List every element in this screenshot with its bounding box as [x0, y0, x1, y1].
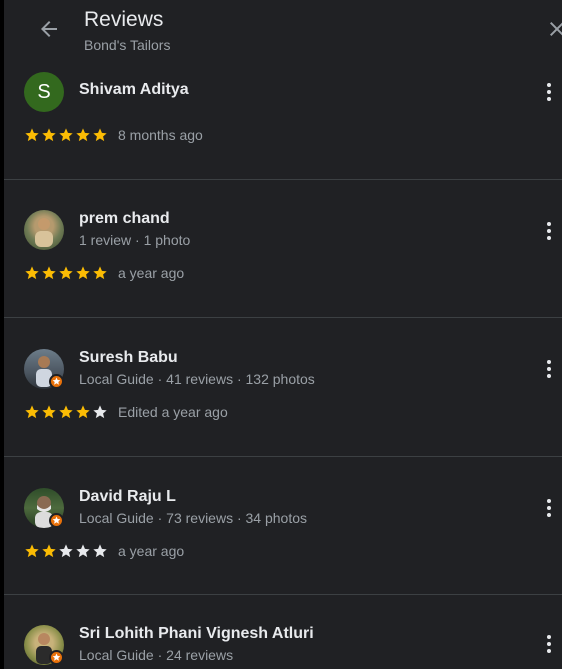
star-filled-icon	[42, 266, 56, 280]
star-empty-icon	[93, 544, 107, 558]
reviewer-meta[interactable]: 1 review · 1 photo	[79, 232, 190, 248]
more-options-button[interactable]	[539, 630, 559, 658]
close-button[interactable]	[542, 14, 562, 44]
more-vert-icon	[547, 635, 551, 639]
avatar-letter: S	[24, 72, 64, 112]
star-filled-icon	[59, 128, 73, 142]
review-item: Sri Lohith Phani Vignesh Atluri Local Gu…	[4, 595, 562, 669]
star-empty-icon	[59, 544, 73, 558]
reviews-panel: Reviews Bond's Tailors S Shivam Aditya 8…	[4, 0, 562, 669]
avatar[interactable]	[24, 625, 64, 665]
reviewer-meta[interactable]: Local Guide · 24 reviews	[79, 647, 233, 663]
reviewer-name[interactable]: Shivam Aditya	[79, 81, 189, 99]
more-vert-icon	[547, 83, 551, 87]
more-options-button[interactable]	[539, 355, 559, 383]
arrow-back-icon	[41, 21, 57, 37]
star-filled-icon	[25, 544, 39, 558]
star-rating	[24, 543, 108, 559]
back-button[interactable]	[34, 14, 64, 44]
star-filled-icon	[76, 266, 90, 280]
reviewer-name[interactable]: Suresh Babu	[79, 349, 178, 367]
reviewer-name[interactable]: prem chand	[79, 210, 170, 228]
more-options-button[interactable]	[539, 78, 559, 106]
local-guide-badge	[49, 374, 64, 389]
more-vert-icon	[547, 360, 551, 364]
review-date: a year ago	[118, 543, 185, 559]
local-guide-badge	[49, 650, 64, 665]
more-options-button[interactable]	[539, 217, 559, 245]
star-filled-icon	[42, 128, 56, 142]
page-title: Reviews	[84, 8, 164, 31]
star-filled-icon	[25, 128, 39, 142]
star-filled-icon	[93, 266, 107, 280]
avatar[interactable]	[24, 349, 64, 389]
star-rating	[24, 127, 108, 143]
star-rating	[24, 265, 108, 281]
reviewer-meta[interactable]: Local Guide · 41 reviews · 132 photos	[79, 371, 315, 387]
star-filled-icon	[25, 405, 39, 419]
close-icon	[550, 22, 562, 36]
star-badge-icon	[52, 516, 61, 524]
star-filled-icon	[59, 266, 73, 280]
star-empty-icon	[76, 544, 90, 558]
more-vert-icon	[547, 499, 551, 503]
star-filled-icon	[93, 128, 107, 142]
local-guide-badge	[49, 513, 64, 528]
reviews-header: Reviews Bond's Tailors	[4, 0, 562, 64]
more-vert-icon	[547, 222, 551, 226]
star-rating	[24, 404, 108, 420]
review-date: a year ago	[118, 265, 185, 281]
review-date: 8 months ago	[118, 127, 203, 143]
star-filled-icon	[59, 405, 73, 419]
reviews-list: S Shivam Aditya 8 months ago prem chand	[4, 64, 562, 669]
place-name: Bond's Tailors	[84, 37, 171, 53]
avatar[interactable]	[24, 488, 64, 528]
star-filled-icon	[42, 405, 56, 419]
review-date: Edited a year ago	[118, 404, 228, 420]
star-filled-icon	[76, 405, 90, 419]
review-item: Suresh Babu Local Guide · 41 reviews · 1…	[4, 318, 562, 456]
star-filled-icon	[42, 544, 56, 558]
reviewer-name[interactable]: Sri Lohith Phani Vignesh Atluri	[79, 625, 314, 643]
review-item: David Raju L Local Guide · 73 reviews · …	[4, 457, 562, 594]
avatar[interactable]: S	[24, 72, 64, 112]
more-options-button[interactable]	[539, 494, 559, 522]
star-badge-icon	[52, 653, 61, 661]
reviewer-name[interactable]: David Raju L	[79, 488, 176, 506]
avatar[interactable]	[24, 210, 64, 250]
review-item: S Shivam Aditya 8 months ago	[4, 64, 562, 179]
review-item: prem chand 1 review · 1 photo a year ago	[4, 180, 562, 317]
star-filled-icon	[76, 128, 90, 142]
avatar-photo	[24, 210, 64, 250]
star-empty-icon	[93, 405, 107, 419]
star-badge-icon	[52, 377, 61, 385]
star-filled-icon	[25, 266, 39, 280]
reviewer-meta[interactable]: Local Guide · 73 reviews · 34 photos	[79, 510, 307, 526]
person-photo-icon	[35, 218, 53, 247]
